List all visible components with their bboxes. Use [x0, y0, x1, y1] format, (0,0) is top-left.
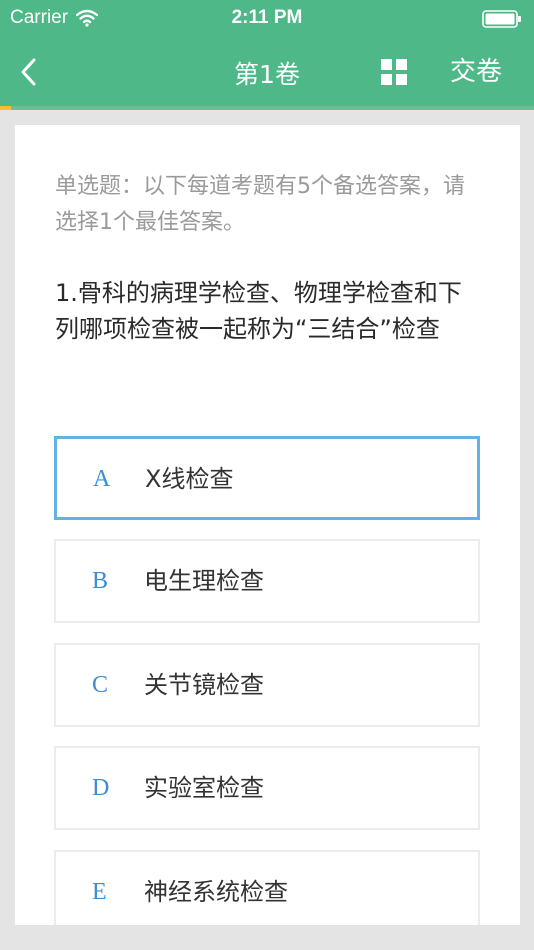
submit-exam-button[interactable]: 交卷 — [436, 53, 516, 91]
option-d[interactable]: D 实验室检查 — [54, 746, 480, 830]
option-c[interactable]: C 关节镜检查 — [54, 643, 480, 727]
chevron-left-icon — [21, 58, 36, 86]
answer-sheet-button[interactable] — [378, 56, 410, 88]
option-letter: A — [93, 466, 111, 492]
progress-bar — [0, 106, 534, 110]
nav-bar: 第1卷 交卷 — [0, 38, 534, 106]
option-label: 关节镜检查 — [144, 671, 264, 699]
option-label: X线检查 — [145, 465, 234, 493]
status-time: 2:11 PM — [231, 7, 303, 28]
option-label: 实验室检查 — [144, 774, 264, 802]
back-button[interactable] — [10, 52, 46, 92]
question-instruction: 单选题：以下每道考题有5个备选答案，请选择1个最佳答案。 — [55, 174, 465, 235]
option-label: 电生理检查 — [144, 567, 264, 595]
progress-fill — [0, 106, 11, 110]
battery-icon — [482, 10, 521, 28]
option-a[interactable]: A X线检查 — [54, 436, 480, 520]
option-letter: E — [92, 879, 107, 905]
option-label: 神经系统检查 — [144, 878, 288, 906]
question-text: 1.骨科的病理学检查、物理学检查和下列哪项检查被一起称为“三结合”检查 — [55, 279, 462, 343]
option-e[interactable]: E 神经系统检查 — [54, 850, 480, 925]
status-bar: Carrier 2:11 PM — [0, 0, 534, 38]
app-header: Carrier 2:11 PM 第1卷 交卷 — [0, 0, 534, 106]
question-card: 单选题：以下每道考题有5个备选答案，请选择1个最佳答案。 1.骨科的病理学检查、… — [15, 125, 520, 925]
option-letter: C — [92, 672, 109, 698]
option-letter: D — [92, 775, 110, 801]
grid-icon — [381, 59, 407, 85]
option-letter: B — [92, 568, 109, 594]
option-b[interactable]: B 电生理检查 — [54, 539, 480, 623]
